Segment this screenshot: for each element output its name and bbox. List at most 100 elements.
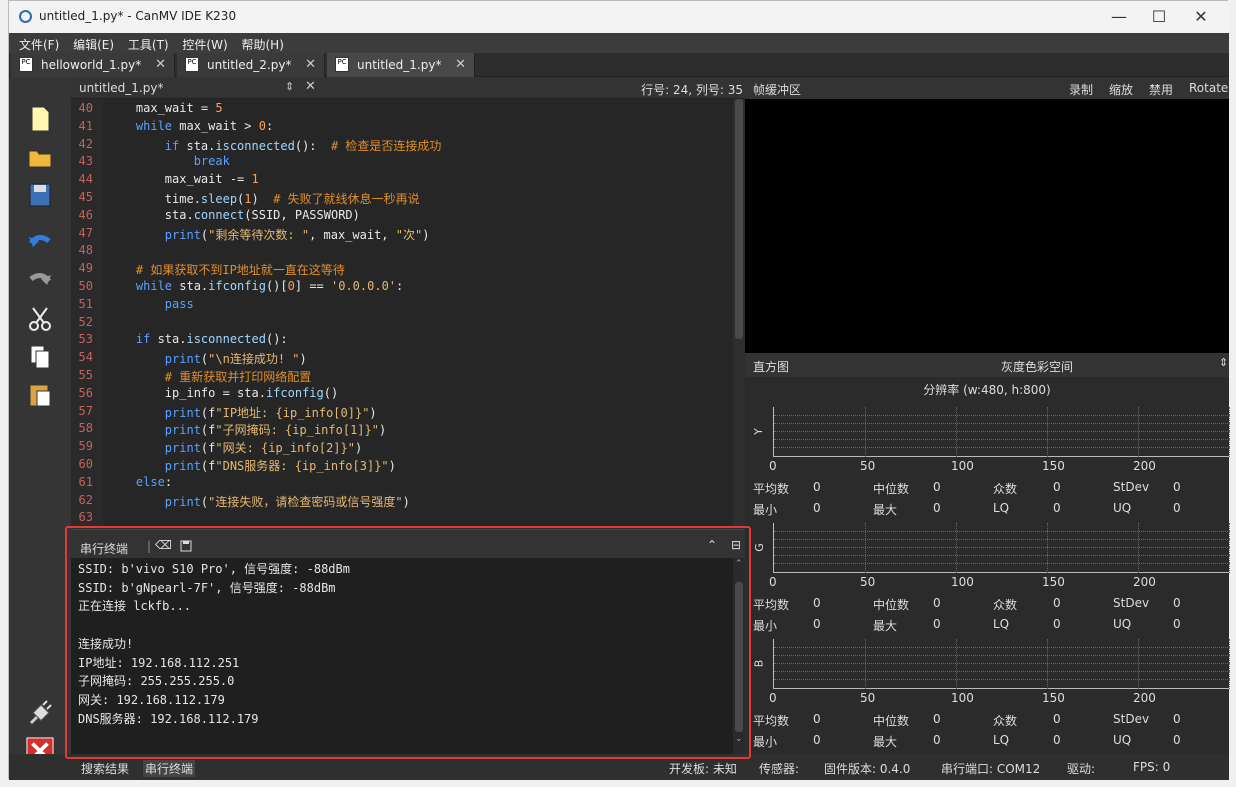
redo-icon[interactable] (27, 267, 53, 295)
code-line[interactable]: 52 (71, 315, 731, 333)
line-text: print(f"DNS服务器: {ip_info[3]}") (164, 459, 396, 473)
code-line[interactable]: 55 # 重新获取并打印网络配置 (71, 368, 731, 386)
code-line[interactable]: 48 (71, 243, 731, 261)
undo-icon[interactable] (27, 229, 53, 257)
close-tab-icon[interactable]: ✕ (455, 53, 466, 77)
code-line[interactable]: 56 ip_info = sta.ifconfig() (71, 386, 731, 404)
new-file-icon[interactable] (27, 105, 53, 133)
python-file-icon: PC (335, 57, 349, 72)
stat-label: 平均数 (753, 598, 790, 612)
cut-icon[interactable] (27, 305, 53, 333)
menu-file[interactable]: 文件(F) (19, 36, 59, 53)
menu-edit[interactable]: 编辑(E) (73, 36, 114, 53)
code-line[interactable]: 50 while sta.ifconfig()[0] == '0.0.0.0': (71, 279, 731, 297)
stat-value: 0 (813, 733, 821, 747)
colorspace-updown-icon[interactable]: ⇕ (1219, 356, 1228, 369)
menu-widgets[interactable]: 控件(W) (182, 36, 227, 53)
connect-plug-icon[interactable] (27, 699, 53, 727)
axis-tick-label: 0 (769, 459, 777, 473)
file-select-updown-icon[interactable]: ⇕ (285, 80, 294, 93)
histogram-plot (773, 523, 1230, 573)
stat-label: 最大 (873, 735, 898, 749)
stat-label: 最小 (753, 503, 778, 517)
code-line[interactable]: 49 # 如果获取不到IP地址就一直在这等待 (71, 261, 731, 279)
code-line[interactable]: 44 max_wait -= 1 (71, 172, 731, 190)
tool-sidebar (9, 77, 71, 780)
code-line[interactable]: 59 print(f"网关: {ip_info[2]}") (71, 439, 731, 457)
line-number: 59 (78, 439, 93, 454)
copy-icon[interactable] (27, 343, 53, 371)
colorspace-select[interactable]: 灰度色彩空间 (1001, 358, 1073, 375)
disable-button[interactable]: 禁用 (1149, 81, 1173, 98)
close-window-icon[interactable]: ✕ (1181, 6, 1221, 28)
stat-label: UQ (1113, 733, 1132, 747)
code-line[interactable]: 58 print(f"子网掩码: {ip_info[1]}") (71, 421, 731, 439)
code-line[interactable]: 41 while max_wait > 0: (71, 119, 731, 137)
close-tab-icon[interactable]: ✕ (305, 53, 316, 77)
code-line[interactable]: 51 pass (71, 297, 731, 315)
zoom-button[interactable]: 缩放 (1109, 81, 1133, 98)
line-text: print("\n连接成功! ") (164, 352, 307, 367)
menu-tools[interactable]: 工具(T) (128, 36, 169, 53)
code-line[interactable]: 40 max_wait = 5 (71, 101, 731, 119)
rotate-button[interactable]: Rotate (1189, 81, 1228, 95)
line-text: # 如果获取不到IP地址就一直在这等待 (135, 263, 345, 278)
code-line[interactable]: 62 print("连接失败，请检查密码或信号强度") (71, 493, 731, 511)
stat-value: 0 (933, 733, 941, 747)
line-text: break (193, 154, 230, 169)
line-text: print(f"IP地址: {ip_info[0]}") (164, 405, 377, 420)
channel-label: Y (751, 428, 765, 435)
open-folder-icon[interactable] (27, 143, 53, 171)
stat-value: 0 (1173, 733, 1181, 747)
close-tab-icon[interactable]: ✕ (155, 53, 166, 77)
code-line[interactable]: 63 (71, 510, 731, 527)
tab-label: helloworld_1.py* (41, 58, 142, 72)
line-text: pass (164, 296, 194, 311)
stat-label: LQ (993, 733, 1010, 747)
line-number: 56 (78, 385, 93, 400)
code-line[interactable]: 61 else: (71, 475, 731, 493)
stat-value: 0 (813, 480, 821, 494)
close-editor-icon[interactable]: ✕ (305, 79, 316, 94)
code-line[interactable]: 60 print(f"DNS服务器: {ip_info[3]}") (71, 457, 731, 475)
stat-label: 众数 (993, 598, 1018, 612)
line-number: 62 (78, 492, 93, 507)
stat-label: 平均数 (753, 482, 790, 496)
code-line[interactable]: 54 print("\n连接成功! ") (71, 350, 731, 368)
menu-help[interactable]: 帮助(H) (241, 36, 283, 53)
stat-value: 0 (1053, 617, 1061, 631)
line-number: 42 (78, 136, 93, 151)
tab-helloworld[interactable]: PC helloworld_1.py* ✕ (11, 53, 175, 77)
title-bar: untitled_1.py* - CanMV IDE K230 — ☐ ✕ (9, 1, 1229, 33)
code-line[interactable]: 47 print("剩余等待次数: ", max_wait, "次") (71, 226, 731, 244)
framebuffer-title: 帧缓冲区 (753, 83, 802, 97)
axis-tick-label: 0 (769, 575, 777, 589)
tab-untitled-2[interactable]: PC untitled_2.py* ✕ (177, 53, 325, 77)
bottom-tab-search-results[interactable]: 搜索结果 (81, 760, 130, 777)
code-line[interactable]: 57 print(f"IP地址: {ip_info[0]}") (71, 404, 731, 422)
driver-status: 驱动: (1067, 762, 1096, 776)
code-line[interactable]: 45 time.sleep(1) # 失败了就线休息一秒再说 (71, 190, 731, 208)
stat-value: 0 (1173, 712, 1181, 726)
axis-tick-label: 200 (1133, 691, 1156, 705)
editor-filename[interactable]: untitled_1.py* (79, 81, 163, 95)
python-file-icon: PC (19, 57, 33, 72)
stat-label: 最大 (873, 503, 898, 517)
code-line[interactable]: 46 sta.connect(SSID, PASSWORD) (71, 208, 731, 226)
editor-scroll-thumb[interactable] (735, 99, 743, 339)
line-text: while max_wait > 0: (135, 118, 274, 133)
paste-icon[interactable] (27, 381, 53, 409)
code-line[interactable]: 43 break (71, 154, 731, 172)
code-line[interactable]: 42 if sta.isconnected(): # 检查是否连接成功 (71, 137, 731, 155)
save-icon[interactable] (27, 181, 53, 209)
tab-untitled-1[interactable]: PC untitled_1.py* ✕ (327, 53, 475, 77)
histogram-title: 直方图 (753, 360, 790, 374)
record-button[interactable]: 录制 (1069, 81, 1093, 98)
line-text: max_wait -= 1 (107, 172, 259, 187)
code-line[interactable]: 53 if sta.isconnected(): (71, 332, 731, 350)
bottom-tab-serial-terminal[interactable]: 串行终端 (143, 760, 196, 777)
menu-bar: 文件(F) 编辑(E) 工具(T) 控件(W) 帮助(H) (9, 33, 1229, 53)
minimize-icon[interactable]: — (1099, 6, 1139, 28)
maximize-icon[interactable]: ☐ (1139, 6, 1179, 28)
code-editor[interactable]: 40 max_wait = 5 41 while max_wait > 0: 42 … (71, 99, 733, 527)
